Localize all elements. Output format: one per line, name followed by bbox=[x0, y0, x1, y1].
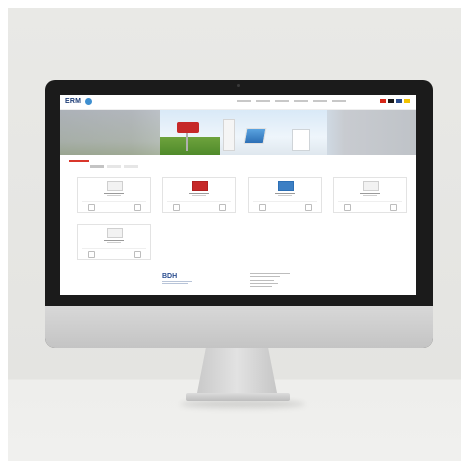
card-title-line bbox=[104, 240, 124, 241]
tablet-icon bbox=[243, 128, 267, 144]
post-decoration bbox=[186, 133, 188, 151]
info-icon[interactable] bbox=[259, 204, 266, 211]
footer-address-line bbox=[250, 273, 290, 274]
info-icon[interactable] bbox=[344, 204, 351, 211]
product-card[interactable] bbox=[162, 177, 236, 213]
product-card[interactable] bbox=[77, 177, 151, 213]
card-divider bbox=[82, 248, 146, 249]
language-flags bbox=[380, 99, 410, 103]
card-divider bbox=[338, 201, 402, 202]
card-divider bbox=[167, 201, 231, 202]
nav-item[interactable] bbox=[237, 100, 251, 102]
boiler-icon bbox=[292, 129, 310, 151]
camera-icon bbox=[237, 84, 240, 87]
nav-item[interactable] bbox=[313, 100, 327, 102]
nav-item[interactable] bbox=[294, 100, 308, 102]
download-icon[interactable] bbox=[390, 204, 397, 211]
download-icon[interactable] bbox=[219, 204, 226, 211]
card-subtitle-line bbox=[363, 195, 377, 196]
product-image-icon bbox=[363, 181, 379, 191]
download-icon[interactable] bbox=[134, 204, 141, 211]
storage-tank-icon bbox=[223, 119, 235, 151]
product-card[interactable] bbox=[248, 177, 322, 213]
download-icon[interactable] bbox=[134, 251, 141, 258]
flag-icon[interactable] bbox=[404, 99, 410, 103]
info-icon[interactable] bbox=[88, 204, 95, 211]
card-subtitle-line bbox=[192, 195, 206, 196]
product-card[interactable] bbox=[333, 177, 407, 213]
card-subtitle-line bbox=[107, 195, 121, 196]
flag-icon[interactable] bbox=[396, 99, 402, 103]
footer-logo-tagline bbox=[162, 283, 188, 284]
filter-tabs bbox=[90, 165, 138, 168]
hero-house-photo bbox=[60, 110, 160, 155]
nav-item[interactable] bbox=[256, 100, 270, 102]
footer-contact-line[interactable] bbox=[250, 286, 272, 287]
product-image-icon bbox=[107, 228, 123, 238]
footer-logo-tagline bbox=[162, 281, 192, 282]
footer-contact-line[interactable] bbox=[250, 283, 278, 284]
footer-logo[interactable]: BDH bbox=[162, 273, 177, 280]
tab-item[interactable] bbox=[107, 165, 121, 168]
card-title-line bbox=[189, 193, 209, 194]
section-title-accent bbox=[69, 160, 89, 162]
monitor-stand-foot bbox=[186, 393, 290, 401]
stand-shadow bbox=[180, 400, 305, 408]
tab-item[interactable] bbox=[124, 165, 138, 168]
info-icon[interactable] bbox=[173, 204, 180, 211]
main-navigation bbox=[237, 100, 346, 102]
flag-icon[interactable] bbox=[388, 99, 394, 103]
footer-address-line bbox=[250, 276, 280, 277]
logo-mark-icon bbox=[85, 98, 92, 105]
card-divider bbox=[253, 201, 317, 202]
product-image-icon bbox=[107, 181, 123, 191]
nav-item[interactable] bbox=[332, 100, 346, 102]
card-title-line bbox=[275, 193, 295, 194]
footer-address-line bbox=[250, 280, 274, 281]
card-divider bbox=[82, 201, 146, 202]
info-icon[interactable] bbox=[88, 251, 95, 258]
heat-pump-icon bbox=[177, 122, 199, 133]
monitor-chin bbox=[45, 306, 433, 348]
product-image-icon bbox=[192, 181, 208, 191]
hero-grass bbox=[160, 137, 220, 155]
card-title-line bbox=[360, 193, 380, 194]
download-icon[interactable] bbox=[305, 204, 312, 211]
nav-item[interactable] bbox=[275, 100, 289, 102]
website-screen: ERM BDH bbox=[60, 95, 416, 295]
product-card[interactable] bbox=[77, 224, 151, 260]
card-subtitle-line bbox=[107, 242, 121, 243]
site-header: ERM bbox=[60, 95, 416, 110]
product-image-icon bbox=[278, 181, 294, 191]
card-subtitle-line bbox=[278, 195, 292, 196]
card-title-line bbox=[104, 193, 124, 194]
monitor-stand-neck bbox=[196, 348, 278, 398]
flag-icon[interactable] bbox=[380, 99, 386, 103]
tab-active[interactable] bbox=[90, 165, 104, 168]
site-logo[interactable]: ERM bbox=[65, 98, 81, 105]
